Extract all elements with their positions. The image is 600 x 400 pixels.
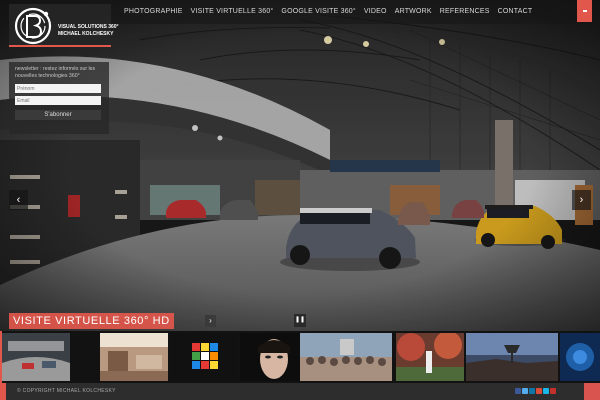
brand-name: VISUAL SOLUTIONS 360° — [58, 24, 119, 30]
panorama-viewer[interactable] — [0, 0, 600, 331]
nav-visite-virtuelle[interactable]: VISITE VIRTUELLE 360° — [187, 0, 278, 24]
pause-icon: ❚❚ — [294, 317, 306, 323]
google-plus-icon[interactable] — [536, 388, 542, 394]
menu-button[interactable] — [577, 0, 592, 22]
prev-slide-button[interactable]: ‹ — [9, 190, 28, 210]
thumbnail-landscape[interactable] — [466, 333, 558, 381]
nav-references[interactable]: REFERENCES — [436, 0, 494, 24]
main-nav: PHOTOGRAPHIE VISITE VIRTUELLE 360° GOOGL… — [120, 0, 536, 24]
nav-photographie[interactable]: PHOTOGRAPHIE — [120, 0, 187, 24]
thumbnail-strip — [0, 331, 600, 383]
chevron-right-icon: › — [579, 194, 584, 206]
footer-corner-button[interactable] — [584, 383, 600, 400]
chevron-right-icon: › — [209, 316, 212, 325]
brand-owner: MICHAEL KOLCHESKY — [58, 31, 114, 37]
twitter-icon[interactable] — [522, 388, 528, 394]
thumbnail-face[interactable] — [240, 333, 308, 381]
facebook-icon[interactable] — [515, 388, 521, 394]
youtube-icon[interactable] — [550, 388, 556, 394]
social-links — [515, 388, 556, 394]
vimeo-icon[interactable] — [543, 388, 549, 394]
pause-button[interactable]: ❚❚ — [294, 314, 306, 327]
title-next-button[interactable]: › — [205, 315, 216, 327]
thumbnail-active-marker — [0, 331, 2, 383]
thumbnail-rubiks-cube[interactable] — [170, 333, 238, 381]
thumbnail-showroom[interactable] — [2, 333, 70, 381]
subscribe-button[interactable]: S'abonner — [15, 110, 101, 120]
next-slide-button[interactable]: › — [572, 190, 591, 210]
email-field[interactable] — [15, 96, 101, 105]
copyright-text: © COPYRIGHT MICHAEL KOLCHESKY — [17, 388, 116, 394]
footer: © COPYRIGHT MICHAEL KOLCHESKY — [0, 383, 600, 400]
newsletter-panel: newsletter : restez informés sur les nou… — [9, 62, 109, 134]
linkedin-icon[interactable] — [529, 388, 535, 394]
nav-google-visite[interactable]: GOOGLE VISITE 360° — [277, 0, 359, 24]
footer-accent — [0, 383, 6, 400]
nav-artwork[interactable]: ARTWORK — [391, 0, 436, 24]
logo-mark-icon — [14, 7, 52, 45]
thumbnail-blue[interactable] — [560, 333, 600, 381]
menu-icon — [582, 10, 587, 12]
nav-video[interactable]: VIDEO — [360, 0, 391, 24]
slide-title: VISITE VIRTUELLE 360° HD — [9, 313, 174, 329]
firstname-field[interactable] — [15, 84, 101, 93]
nav-contact[interactable]: CONTACT — [494, 0, 537, 24]
thumbnail-interior[interactable] — [100, 333, 168, 381]
thumbnail-garden[interactable] — [396, 333, 464, 381]
thumbnail-crowd[interactable] — [300, 333, 392, 381]
chevron-left-icon: ‹ — [16, 194, 21, 206]
newsletter-text: newsletter : restez informés sur les nou… — [15, 66, 96, 79]
panorama-image[interactable] — [0, 0, 600, 331]
site-logo[interactable]: VISUAL SOLUTIONS 360° MICHAEL KOLCHESKY — [9, 4, 119, 47]
